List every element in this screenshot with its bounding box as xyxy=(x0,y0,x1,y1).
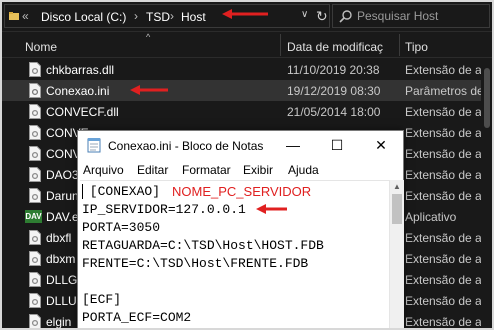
dll-file-icon xyxy=(29,104,41,119)
file-name: DAO3 xyxy=(46,168,79,182)
notepad-menu-bar: Arquivo Editar Formatar Exibir Ajuda xyxy=(78,160,403,180)
screenshot-frame: « Disco Local (C:) › TSD › Host ∨ ↻ ^ No… xyxy=(0,0,494,330)
scroll-up-icon[interactable]: ▲ xyxy=(393,182,401,191)
scrollbar-thumb[interactable] xyxy=(484,68,490,128)
breadcrumb-separator-icon[interactable]: › xyxy=(170,9,174,23)
dll-file-icon xyxy=(29,272,41,287)
text-line: IP_SERVIDOR=127.0.0.1 xyxy=(82,202,246,217)
menu-exibir[interactable]: Exibir xyxy=(243,163,273,177)
dav-app-icon: DAV xyxy=(25,210,42,223)
notepad-title: Conexao.ini - Bloco de Notas xyxy=(108,139,264,153)
file-type: Parâmetros de c xyxy=(405,84,494,98)
notepad-icon xyxy=(87,138,101,153)
file-name: Conexao.ini xyxy=(46,84,110,98)
file-name: chkbarras.dll xyxy=(46,63,115,77)
menu-arquivo[interactable]: Arquivo xyxy=(83,163,124,177)
file-name: DLLU xyxy=(46,294,77,308)
text-line: PORTA_ECF=COM2 xyxy=(82,310,192,325)
ini-file-icon xyxy=(29,83,41,98)
red-arrow-annotation-icon xyxy=(256,204,287,214)
search-input[interactable] xyxy=(357,8,485,24)
file-name: dbxm xyxy=(46,252,76,266)
file-name: CONVECF.dll xyxy=(46,105,119,119)
breadcrumb-disco-local[interactable]: Disco Local (C:) xyxy=(41,10,126,24)
notepad-window: Conexao.ini - Bloco de Notas — ☐ ✕ Arqui… xyxy=(77,130,404,328)
dll-file-icon xyxy=(29,293,41,308)
breadcrumb-tsd[interactable]: TSD xyxy=(146,10,170,24)
scrollbar-thumb[interactable] xyxy=(392,194,402,224)
text-line: RETAGUARDA=C:\TSD\Host\HOST.FDB xyxy=(82,238,324,253)
notepad-scrollbar[interactable]: ▲ xyxy=(389,180,404,328)
refresh-icon[interactable]: ↻ xyxy=(316,8,328,25)
dll-file-icon xyxy=(29,62,41,77)
file-name: Darun xyxy=(46,189,79,203)
file-name: dbxfl xyxy=(46,231,72,245)
annotation-label: NOME_PC_SERVIDOR xyxy=(172,184,312,199)
column-header-name[interactable]: Nome xyxy=(25,40,57,54)
text-line: FRENTE=C:\TSD\Host\FRENTE.FDB xyxy=(82,256,309,271)
red-arrow-annotation-icon xyxy=(222,9,268,19)
maximize-button[interactable]: ☐ xyxy=(315,131,359,160)
notepad-title-bar[interactable]: Conexao.ini - Bloco de Notas — ☐ ✕ xyxy=(78,131,403,160)
breadcrumb-overflow-icon[interactable]: « xyxy=(22,9,29,23)
dll-file-icon xyxy=(29,314,41,328)
file-date: 21/05/2014 18:00 xyxy=(287,105,381,119)
dll-file-icon xyxy=(29,230,41,245)
text-line: PORTA=3050 xyxy=(82,220,161,235)
file-date: 19/12/2019 08:30 xyxy=(287,84,381,98)
notepad-text-area[interactable]: [CONEXAO] IP_SERVIDOR=127.0.0.1 PORTA=3050… xyxy=(80,180,389,328)
sort-ascending-icon: ^ xyxy=(146,32,151,42)
text-line: [CONEXAO] xyxy=(82,184,161,199)
search-icon xyxy=(339,10,352,23)
file-row[interactable]: CONVECF.dll 21/05/2014 18:00 Extensão de a… xyxy=(2,101,492,122)
column-header-type[interactable]: Tipo xyxy=(405,40,428,54)
red-arrow-annotation-icon xyxy=(130,85,168,95)
address-bar[interactable]: « Disco Local (C:) › TSD › Host ∨ ↻ xyxy=(4,4,330,28)
dll-file-icon xyxy=(29,167,41,182)
minimize-button[interactable]: — xyxy=(271,131,315,160)
explorer-address-row: « Disco Local (C:) › TSD › Host ∨ ↻ xyxy=(2,2,492,32)
file-row[interactable]: chkbarras.dll 11/10/2019 20:38 Extensão de… xyxy=(2,59,492,80)
column-divider[interactable] xyxy=(399,34,400,56)
file-name: elgin xyxy=(46,315,72,329)
menu-formatar[interactable]: Formatar xyxy=(182,163,231,177)
column-header-date[interactable]: Data de modificaç xyxy=(287,40,383,54)
dll-file-icon xyxy=(29,188,41,203)
column-divider[interactable] xyxy=(280,34,281,56)
dll-file-icon xyxy=(29,125,41,140)
close-button[interactable]: ✕ xyxy=(359,131,403,160)
chevron-down-icon[interactable]: ∨ xyxy=(301,9,308,20)
column-header-row: ^ Nome Data de modificaç Tipo xyxy=(2,32,492,58)
file-name: DAV.e xyxy=(46,210,79,224)
breadcrumb-separator-icon[interactable]: › xyxy=(134,9,138,23)
dll-file-icon xyxy=(29,146,41,161)
menu-editar[interactable]: Editar xyxy=(137,163,168,177)
file-type: Aplicativo xyxy=(405,210,457,224)
file-name: DLLG xyxy=(46,273,78,287)
file-row[interactable]: Conexao.ini 19/12/2019 08:30 Parâmetros de… xyxy=(2,80,492,101)
text-line: [ECF] xyxy=(82,292,122,307)
dll-file-icon xyxy=(29,251,41,266)
explorer-scrollbar[interactable] xyxy=(481,58,492,328)
search-box[interactable] xyxy=(332,4,490,28)
folder-icon xyxy=(9,12,19,20)
menu-ajuda[interactable]: Ajuda xyxy=(288,163,319,177)
file-date: 11/10/2019 20:38 xyxy=(287,63,380,77)
breadcrumb-host[interactable]: Host xyxy=(181,10,206,24)
